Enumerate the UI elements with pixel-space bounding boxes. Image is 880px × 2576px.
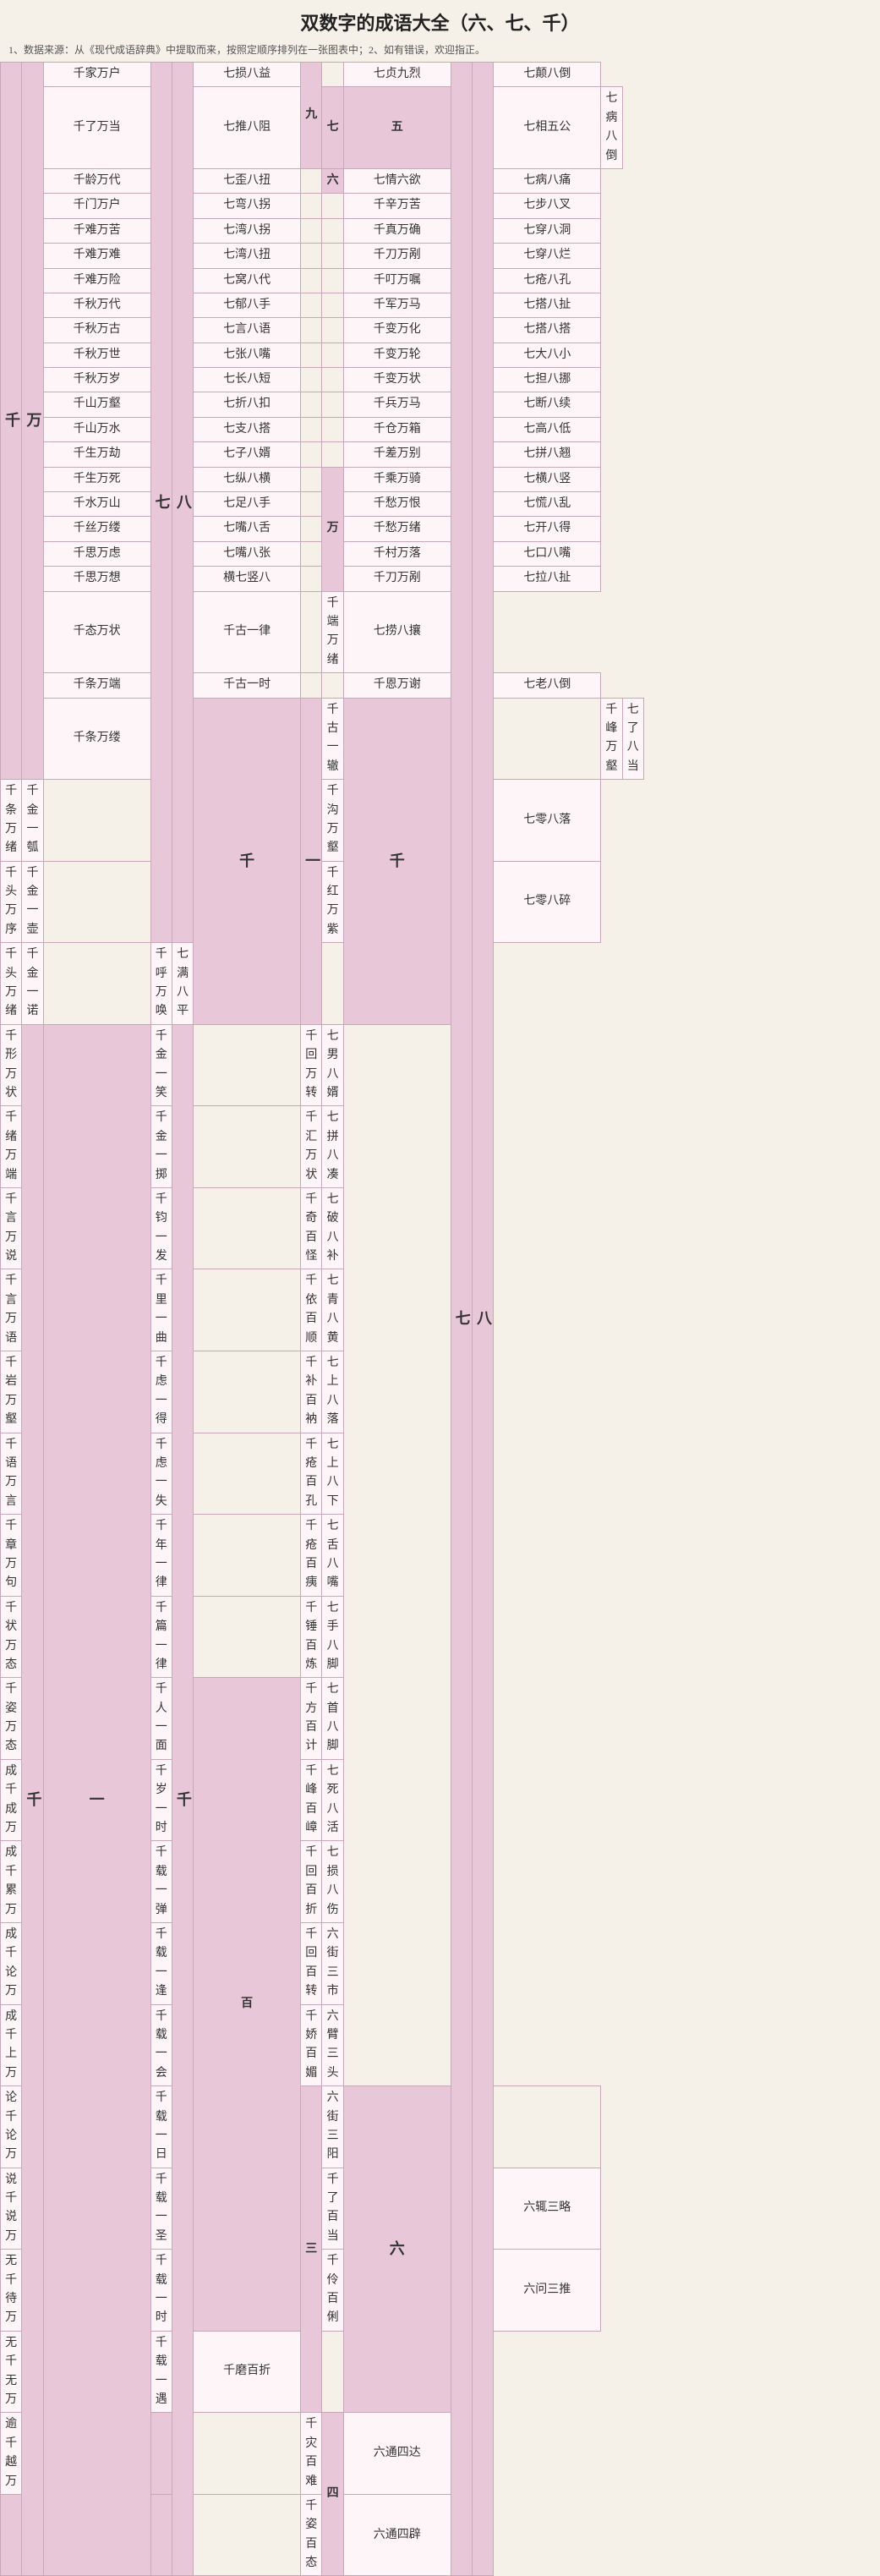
table-row: 千 万 千家万户 七 八 七损八益 九 七贞九烈 七 八 七颠八倒 [1,63,880,87]
table-row: 千形万状 千 一 千金一笑 千 千回万转 七男八婿 [1,1024,880,1106]
table-row: 千思万想 横七竖八 千刀万剐 七拉八扯 [1,567,880,591]
subtitle: 1、数据来源：从《现代成语辞典》中提取而来，按照定顺序排列在一张图表中；2、如有… [0,41,880,62]
table-row: 千秋万古 七言八语 千变万化 七搭八搭 [1,318,880,343]
table-row: 千山万水 七支八搭 千仓万箱 七高八低 [1,417,880,441]
table-row: 千思万虑 七嘴八张 千村万落 七口八嘴 [1,541,880,566]
table-row: 千丝万缕 七嘴八舌 千愁万绪 七开八得 [1,517,880,541]
main-table: 千 万 千家万户 七 八 七损八益 九 七贞九烈 七 八 七颠八倒 千了万当 七… [0,62,880,2576]
table-row: 千秋万世 七张八嘴 千变万轮 七大八小 [1,343,880,367]
table-row: 千水万山 七足八手 千愁万恨 七慌八乱 [1,492,880,517]
page-title: 双数字的成语大全（六、七、千） [0,0,880,41]
table-row: 千龄万代 七歪八扭 六 七情六欲 七病八痛 [1,168,880,193]
table-row: 千生万劫 七子八婿 千差万别 七拼八翘 [1,442,880,467]
table-row: 千生万死 七纵八横 万 千乘万骑 七横八竖 [1,467,880,491]
table-row: 千了万当 七推八阻 七 五 七相五公 七病八倒 [1,87,880,169]
table-row: 千条万缕 千 一 千古一辙 千 千峰万壑 七了八当 [1,698,880,780]
table-row: 千秋万岁 七长八短 千变万状 七担八挪 [1,368,880,392]
table-row: 千态万状 千古一律 千端万绪 七捞八攘 [1,591,880,673]
table-row: 千秋万代 七郁八手 千军万马 七搭八扯 [1,293,880,317]
table-row: 千难万难 七湾八扭 千刀万剐 七穿八烂 [1,244,880,268]
table-row: 千门万户 七弯八拐 千辛万苦 七步八叉 [1,194,880,218]
table-row: 千山万壑 七折八扣 千兵万马 七断八续 [1,392,880,417]
table-row: 千难万苦 七湾八拐 千真万确 七穿八洞 [1,218,880,243]
table-row: 千条万端 千古一时 千恩万谢 七老八倒 [1,673,880,698]
table-row: 千难万险 七窝八代 千叮万嘱 七疮八孔 [1,268,880,293]
